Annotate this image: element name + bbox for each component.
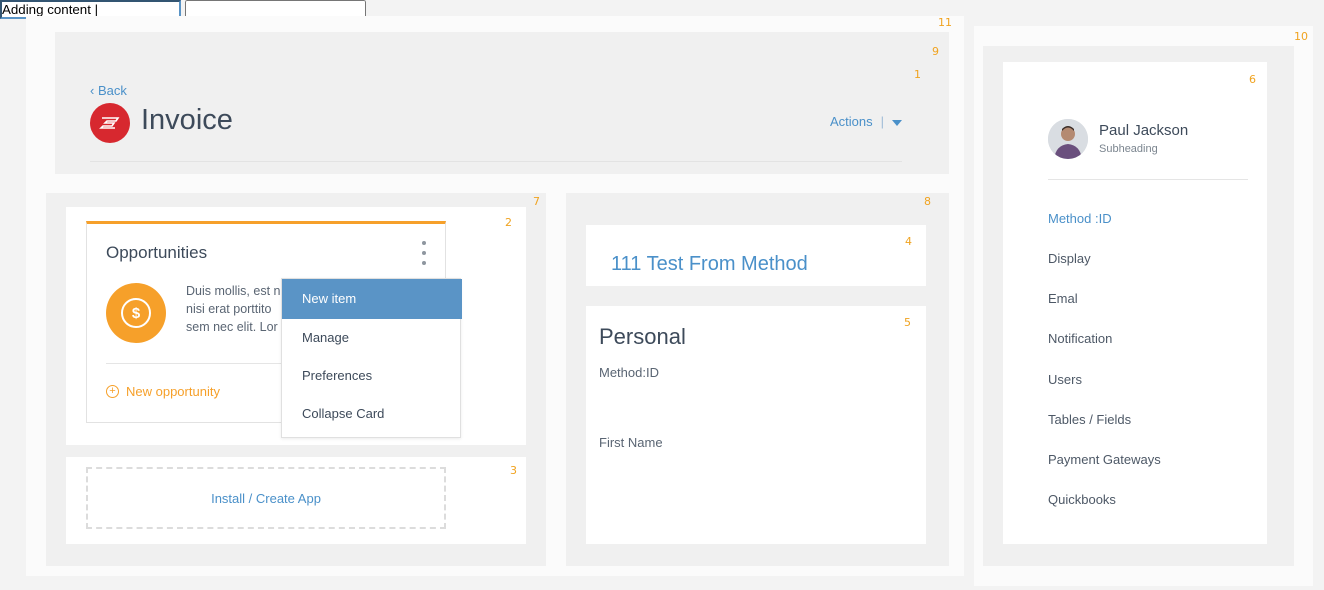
more-options-icon[interactable] <box>419 241 429 265</box>
menu-item-preferences[interactable]: Preferences <box>282 357 462 395</box>
nav-item-method-id[interactable]: Method :ID <box>1048 211 1112 226</box>
actions-label: Actions <box>830 114 873 129</box>
annotation-number: 2 <box>505 216 512 229</box>
page-title: Invoice <box>141 104 233 136</box>
method-id-label: Method:ID <box>599 365 659 380</box>
back-link[interactable]: ‹ Back <box>90 83 127 98</box>
nav-item-emal[interactable]: Emal <box>1048 291 1078 306</box>
annotation-number: 5 <box>904 316 911 329</box>
actions-dropdown-button[interactable]: Actions | <box>830 114 903 129</box>
dollar-coin-icon: $ <box>106 283 166 343</box>
annotation-number: 4 <box>905 235 912 248</box>
nav-item-display[interactable]: Display <box>1048 251 1091 266</box>
menu-item-manage[interactable]: Manage <box>282 319 462 357</box>
menu-caret <box>416 270 432 278</box>
install-create-app-button[interactable]: Install / Create App <box>86 467 446 529</box>
avatar[interactable] <box>1048 119 1088 159</box>
new-opportunity-label: New opportunity <box>126 384 220 399</box>
annotation-number: 10 <box>1294 30 1308 43</box>
annotation-number: 7 <box>533 195 540 208</box>
menu-item-new-item[interactable]: New item <box>282 279 462 319</box>
invoice-logo-icon <box>90 103 130 143</box>
method-title: 111 Test From Method <box>611 253 808 275</box>
opportunities-title: Opportunities <box>106 243 208 262</box>
actions-separator: | <box>880 114 885 129</box>
plus-circle-icon: + <box>106 385 119 398</box>
nav-item-users[interactable]: Users <box>1048 372 1082 387</box>
chevron-left-icon: ‹ <box>90 83 95 98</box>
page-header <box>55 32 949 174</box>
profile-divider <box>1048 179 1248 180</box>
header-divider <box>90 161 902 162</box>
nav-item-notification[interactable]: Notification <box>1048 331 1112 346</box>
nav-item-payment-gateways[interactable]: Payment Gateways <box>1048 452 1161 467</box>
user-name: Paul Jackson <box>1099 122 1189 139</box>
card-options-menu: New item Manage Preferences Collapse Car… <box>281 278 462 438</box>
nav-item-tables-fields[interactable]: Tables / Fields <box>1048 412 1131 427</box>
new-opportunity-button[interactable]: + New opportunity <box>106 384 220 399</box>
first-name-label: First Name <box>599 435 663 450</box>
annotation-number: 1 <box>914 68 921 81</box>
caret-down-icon <box>892 119 903 126</box>
opportunities-description: Duis mollis, est n nisi erat porttito se… <box>186 284 281 334</box>
menu-item-collapse-card[interactable]: Collapse Card <box>282 395 462 433</box>
annotation-number: 9 <box>932 45 939 58</box>
annotation-number: 11 <box>938 16 952 29</box>
annotation-number: 6 <box>1249 73 1256 86</box>
user-subheading: Subheading <box>1099 143 1158 155</box>
annotation-number: 8 <box>924 195 931 208</box>
personal-title: Personal <box>599 324 686 349</box>
annotation-number: 3 <box>510 464 517 477</box>
nav-item-quickbooks[interactable]: Quickbooks <box>1048 492 1116 507</box>
back-label: Back <box>97 83 127 98</box>
install-label: Install / Create App <box>211 490 321 506</box>
